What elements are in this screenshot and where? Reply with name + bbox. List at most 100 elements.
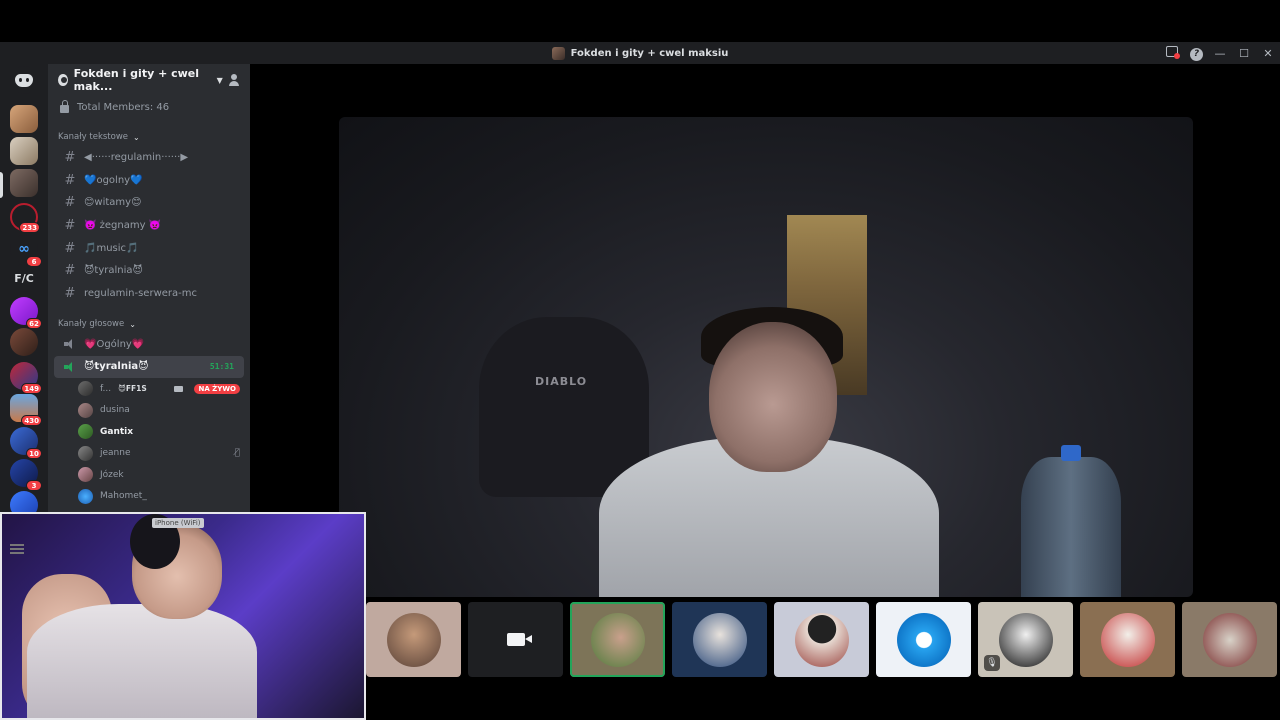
avatar <box>998 612 1053 667</box>
voice-channel-active[interactable]: 😈tyralnia😈 51:31 <box>54 355 244 379</box>
server-icon[interactable]: 233 <box>10 203 40 233</box>
lock-icon <box>60 99 69 113</box>
avatar <box>78 488 93 504</box>
window-server-avatar <box>551 46 565 60</box>
close-button[interactable]: ✕ <box>1256 47 1280 60</box>
channel-item[interactable]: # 👿 żegnamy 👿 <box>54 214 244 237</box>
category-voice-channels[interactable]: Kanały głosowe ⌄ <box>48 305 250 333</box>
category-text-channels[interactable]: Kanały tekstowe ⌄ <box>48 118 250 146</box>
call-stage: DIABLO 🎙 <box>250 64 1280 720</box>
voice-user[interactable]: Mahomet_ <box>48 486 250 508</box>
server-badge-icon <box>58 74 68 86</box>
mention-badge: 149 <box>21 383 42 394</box>
server-header[interactable]: Fokden i gity + cwel mak... ▼ <box>48 64 250 96</box>
channel-item[interactable]: # ◀······regulamin······▶ <box>54 146 244 169</box>
window-title: Fokden i gity + cwel maksiu <box>570 47 729 59</box>
video-bottle-cap <box>1061 445 1081 461</box>
inbox-icon[interactable] <box>1160 46 1184 60</box>
hamburger-menu-icon <box>10 544 24 554</box>
avatar <box>78 424 93 440</box>
channel-item[interactable]: # regulamin-serwera-mc <box>54 282 244 305</box>
participant-tile-camera[interactable] <box>468 602 563 677</box>
avatar <box>1100 612 1155 667</box>
channel-sidebar: Fokden i gity + cwel mak... ▼ Total Memb… <box>48 64 250 516</box>
mention-badge: 233 <box>19 222 40 233</box>
voice-user[interactable]: f... 😈FF1S NA ŻYWO <box>48 378 250 400</box>
chair-brand-text: DIABLO <box>535 375 588 388</box>
invite-people-icon[interactable] <box>228 74 240 86</box>
channel-item[interactable]: # 😈tyralnia😈 <box>54 259 244 282</box>
server-icon-active[interactable] <box>10 169 38 197</box>
server-icon[interactable]: ∞ 6 <box>10 235 42 267</box>
avatar <box>896 612 951 667</box>
voice-user[interactable]: jeanne 🎙̸ <box>48 443 250 465</box>
participant-tile-selected[interactable] <box>570 602 665 677</box>
participant-tile[interactable] <box>1080 602 1175 677</box>
voice-user[interactable]: Józek <box>48 464 250 486</box>
mic-muted-icon: 🎙 <box>984 655 1000 671</box>
voice-channel-item[interactable]: 💗Ogólny💗 <box>54 333 244 356</box>
server-name: Fokden i gity + cwel mak... <box>73 67 200 93</box>
call-timer: 51:31 <box>209 362 234 372</box>
channel-item[interactable]: # 🎵music🎵 <box>54 237 244 260</box>
mention-badge: 3 <box>26 480 42 491</box>
hash-icon: # <box>64 217 76 233</box>
video-bottle <box>1021 457 1121 597</box>
avatar <box>78 445 93 461</box>
voice-user[interactable]: Gantix <box>48 421 250 443</box>
participant-tile[interactable] <box>774 602 869 677</box>
server-icon[interactable] <box>10 137 38 165</box>
letterbox-top <box>0 0 1280 42</box>
discord-home-icon[interactable] <box>10 66 38 94</box>
avatar <box>386 612 441 667</box>
avatar <box>78 381 93 397</box>
channel-item[interactable]: # 💙ogolny💙 <box>54 169 244 192</box>
server-icon[interactable]: 430 <box>10 394 42 426</box>
server-icon[interactable]: 10 <box>10 427 42 459</box>
server-icon[interactable] <box>10 105 38 133</box>
title-bar: Fokden i gity + cwel maksiu ? — ☐ ✕ <box>0 42 1280 64</box>
avatar <box>794 612 849 667</box>
hash-icon: # <box>64 149 76 165</box>
focused-video-stream[interactable]: DIABLO <box>339 117 1193 597</box>
hash-icon: # <box>64 285 76 301</box>
avatar <box>590 612 645 667</box>
webcam-overlay: iPhone (WiFi) <box>0 512 366 720</box>
minimize-button[interactable]: — <box>1208 47 1232 60</box>
avatar <box>78 467 93 483</box>
speaker-icon <box>64 339 76 350</box>
mention-badge: 62 <box>26 318 42 329</box>
hash-icon: # <box>64 263 76 279</box>
avatar <box>692 612 747 667</box>
mention-badge: 430 <box>21 415 42 426</box>
hash-icon: # <box>64 240 76 256</box>
participant-tile[interactable] <box>366 602 461 677</box>
member-count-row: Total Members: 46 <box>48 96 250 118</box>
server-icon[interactable] <box>10 328 38 356</box>
active-server-pill <box>0 172 3 198</box>
participant-tile[interactable] <box>876 602 971 677</box>
participant-tile[interactable] <box>672 602 767 677</box>
hash-icon: # <box>64 195 76 211</box>
channel-item[interactable]: # 😊witamy😊 <box>54 191 244 214</box>
hash-icon: # <box>64 172 76 188</box>
server-icon[interactable]: 149 <box>10 362 42 394</box>
participant-tile[interactable] <box>1182 602 1277 677</box>
live-badge: NA ŻYWO <box>194 383 240 394</box>
chevron-down-icon: ▼ <box>216 75 223 85</box>
avatar <box>78 402 93 418</box>
participant-tiles: 🎙 <box>366 602 1277 677</box>
member-count: Total Members: 46 <box>77 101 170 113</box>
camera-icon <box>506 633 532 646</box>
server-icon[interactable]: 3 <box>10 459 42 491</box>
voice-user[interactable]: dusina <box>48 400 250 422</box>
server-icon-text[interactable]: F/C <box>10 264 38 292</box>
camera-icon <box>174 385 184 392</box>
video-chair <box>479 317 649 497</box>
participant-tile[interactable]: 🎙 <box>978 602 1073 677</box>
help-icon[interactable]: ? <box>1184 46 1208 61</box>
maximize-button[interactable]: ☐ <box>1232 47 1256 60</box>
speaker-icon <box>64 361 76 372</box>
server-icon[interactable]: 62 <box>10 297 42 329</box>
mention-badge: 10 <box>26 448 42 459</box>
